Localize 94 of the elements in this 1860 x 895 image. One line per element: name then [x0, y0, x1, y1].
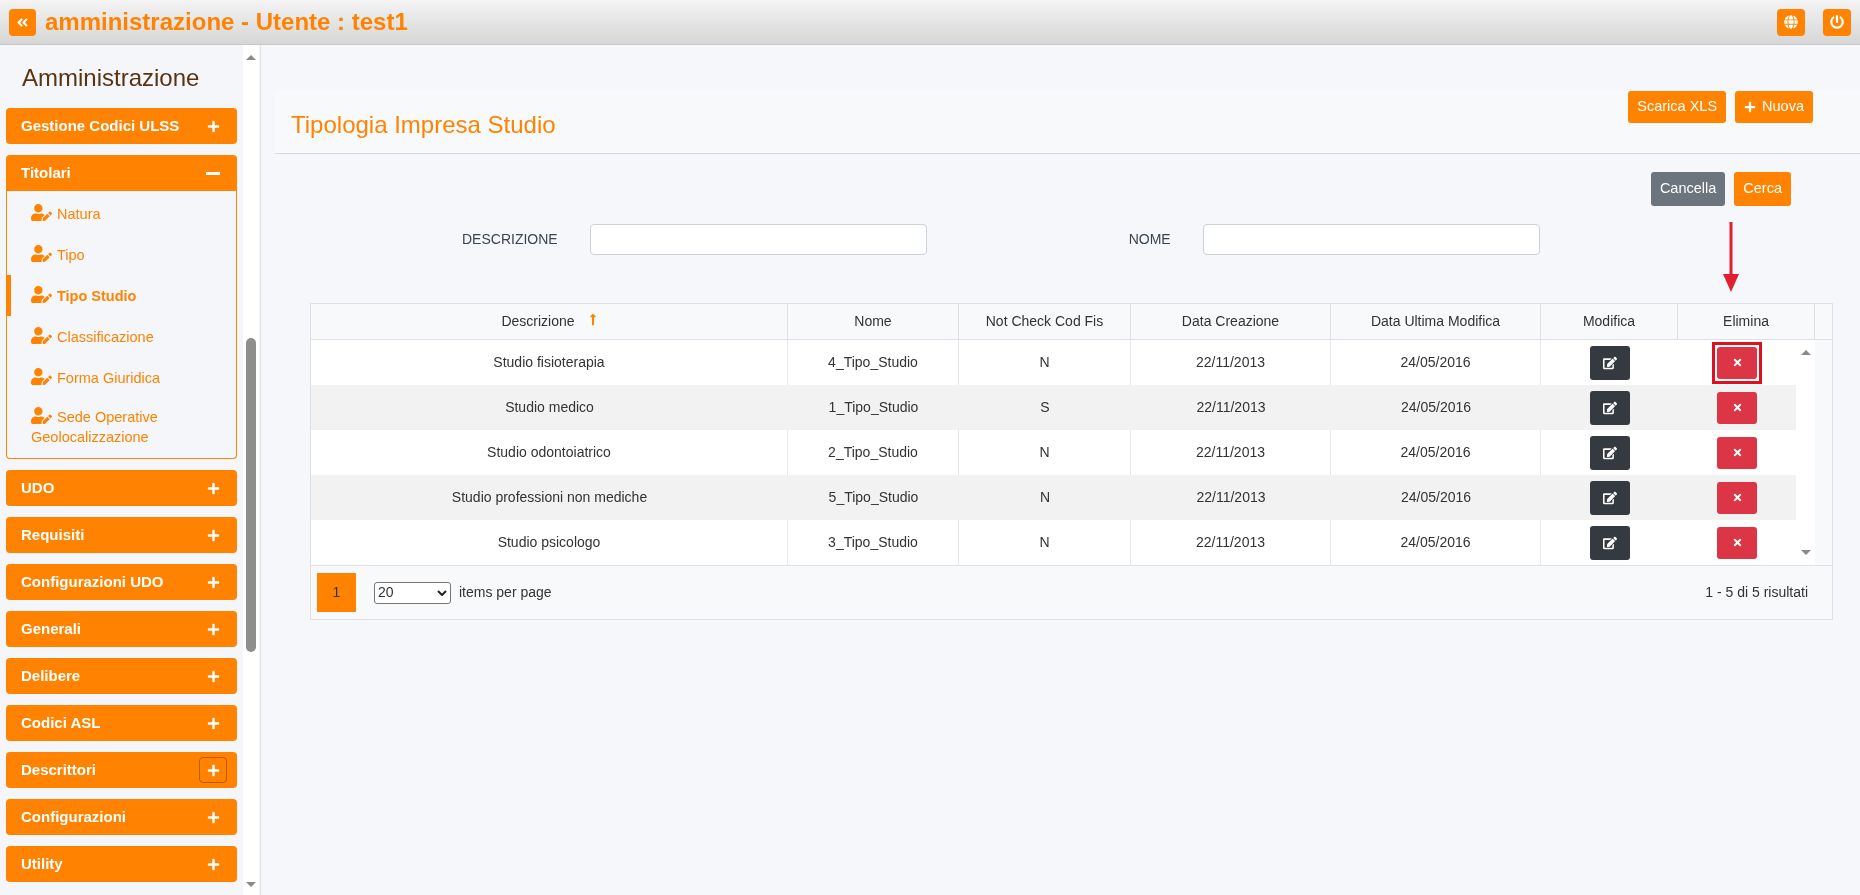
table-cell: 24/05/2016	[1331, 520, 1541, 565]
table-cell: 22/11/2013	[1131, 520, 1331, 565]
table-cell-text: S	[1039, 398, 1051, 417]
delete-button[interactable]	[1717, 481, 1757, 514]
edit-icon	[1602, 490, 1617, 505]
user-edit-icon	[31, 203, 52, 221]
edit-button[interactable]	[1589, 435, 1630, 470]
column-header[interactable]: Elimina	[1678, 304, 1815, 339]
delete-button[interactable]	[1717, 436, 1757, 469]
sidebar-group-header[interactable]: UDO	[6, 470, 237, 506]
column-header[interactable]: Modifica	[1541, 304, 1678, 339]
sidebar-group-header[interactable]: Utility	[6, 846, 237, 882]
delete-button[interactable]	[1717, 526, 1757, 559]
scrollbar-thumb[interactable]	[246, 338, 256, 652]
column-header[interactable]: Not Check Cod Fis	[959, 304, 1131, 339]
close-icon	[1731, 357, 1743, 368]
double-chevron-left-icon	[16, 15, 29, 29]
table-cell-text: 1_Tipo_Studio	[827, 398, 920, 417]
filter-label: DESCRIZIONE	[462, 230, 558, 249]
scroll-up-icon	[1800, 350, 1811, 355]
window-title: amministrazione - Utente : test1	[45, 7, 408, 37]
filter-input[interactable]	[1202, 224, 1540, 255]
table-cell-text: 5_Tipo_Studio	[827, 488, 920, 507]
user-edit-icon	[31, 244, 52, 262]
scroll-up-icon	[246, 55, 256, 60]
close-icon	[1731, 402, 1743, 413]
table-cell-text: Studio medico	[504, 398, 595, 417]
column-header[interactable]: Data Ultima Modifica	[1331, 304, 1541, 339]
language-button[interactable]	[1777, 8, 1805, 36]
table-cell-text: 24/05/2016	[1399, 398, 1473, 417]
globe-icon	[1784, 15, 1798, 29]
table-cell: N	[959, 520, 1131, 565]
clear-button[interactable]: Cancella	[1650, 172, 1726, 206]
delete-button[interactable]	[1717, 346, 1757, 379]
user-edit-icon	[31, 326, 52, 344]
table-cell-text: 22/11/2013	[1195, 398, 1267, 417]
table-cell: 3_Tipo_Studio	[788, 520, 959, 565]
sidebar-group-header[interactable]: Requisiti	[6, 517, 237, 553]
page-title: Tipologia Impresa Studio	[291, 110, 556, 140]
collapse-button[interactable]	[9, 8, 36, 36]
page-button[interactable]: 1	[317, 573, 356, 612]
edit-icon	[1602, 355, 1617, 370]
submenu-item[interactable]: Sede Operative Geolocalizzazione	[6, 398, 235, 456]
chevron-down-icon	[437, 589, 447, 596]
page-size-select[interactable]: 20	[374, 581, 451, 604]
results-summary: 1 - 5 di 5 risultati	[1705, 583, 1808, 602]
filter-input[interactable]	[589, 224, 927, 255]
user-edit-icon	[31, 367, 52, 385]
column-header[interactable]: Nome	[788, 304, 959, 339]
close-icon	[1731, 492, 1743, 503]
user-edit-icon	[31, 407, 52, 424]
edit-icon	[1602, 400, 1617, 415]
logout-button[interactable]	[1823, 8, 1851, 36]
close-icon	[1731, 447, 1743, 458]
scroll-down-icon	[246, 882, 256, 887]
sidebar-group-header[interactable]: Generali	[6, 611, 237, 647]
table-cell-text: Studio professioni non mediche	[450, 488, 649, 507]
sidebar-group-header[interactable]: Delibere	[6, 658, 237, 694]
annotation-arrow	[1723, 222, 1739, 292]
column-header[interactable]: Descrizione	[311, 304, 788, 339]
sidebar-group-header[interactable]: Codici ASL	[6, 705, 237, 741]
power-icon	[1830, 15, 1844, 29]
scroll-down-icon	[1800, 550, 1811, 555]
close-icon	[1731, 537, 1743, 548]
submenu-item[interactable]: Tipo Studio	[6, 275, 235, 316]
edit-icon	[1602, 535, 1617, 550]
new-button[interactable]: Nuova	[1735, 91, 1813, 123]
table-cell-text: N	[1038, 488, 1052, 507]
edit-button[interactable]	[1589, 345, 1630, 380]
table-cell-text: 24/05/2016	[1399, 488, 1473, 507]
edit-icon	[1602, 445, 1617, 460]
sidebar-group-header[interactable]: Titolari	[6, 155, 237, 191]
sidebar-group-header[interactable]: Configurazioni UDO	[6, 564, 237, 600]
table-cell: Studio psicologo	[311, 520, 788, 565]
user-edit-icon	[31, 285, 52, 303]
download-button[interactable]: Scarica XLS	[1628, 91, 1727, 123]
delete-button[interactable]	[1717, 391, 1757, 424]
table-cell-text: 22/11/2013	[1195, 488, 1267, 507]
submenu-item[interactable]: Forma Giuridica	[6, 357, 235, 398]
edit-button[interactable]	[1589, 480, 1630, 515]
submenu-item[interactable]: Natura	[6, 193, 235, 234]
plus-icon	[1744, 101, 1757, 113]
search-button[interactable]: Cerca	[1734, 172, 1791, 206]
column-header[interactable]: Data Creazione	[1131, 304, 1331, 339]
edit-button[interactable]	[1589, 390, 1630, 425]
submenu-item[interactable]: Tipo	[6, 234, 235, 275]
sidebar-group-header[interactable]: Descrittori	[6, 752, 237, 788]
filter-label: NOME	[1128, 230, 1171, 249]
page-size-label: items per page	[459, 583, 552, 602]
sidebar-title: Amministrazione	[21, 63, 201, 93]
submenu-item[interactable]: Classificazione	[6, 316, 235, 357]
edit-button[interactable]	[1589, 525, 1630, 560]
sidebar-group-header[interactable]: Configurazioni	[6, 799, 237, 835]
sidebar-group-header[interactable]: Gestione Codici ULSS	[6, 108, 237, 144]
